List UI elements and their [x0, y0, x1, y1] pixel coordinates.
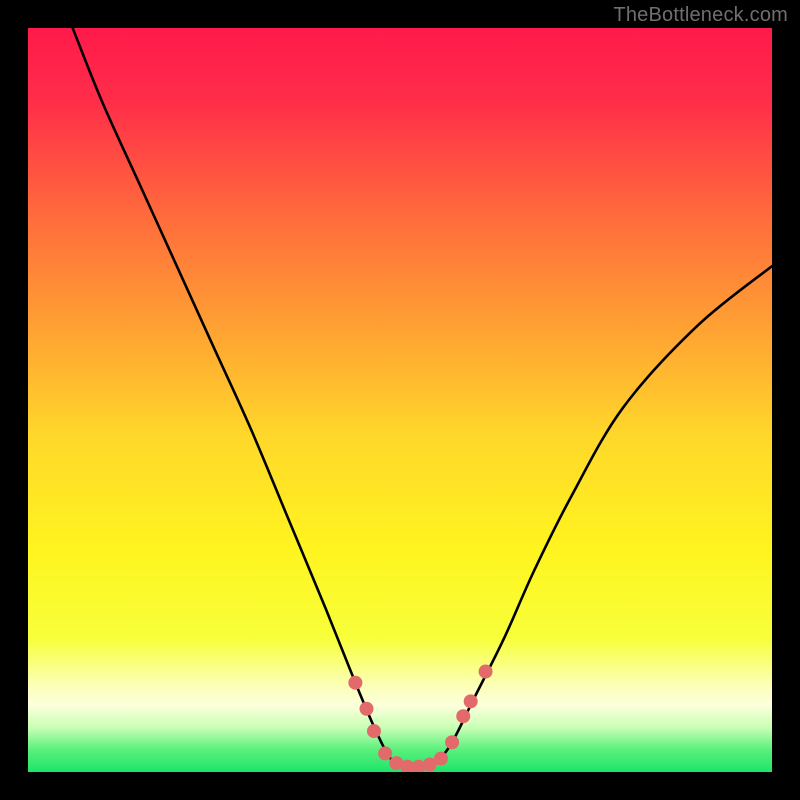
bottleneck-chart [28, 28, 772, 772]
chart-frame: TheBottleneck.com [0, 0, 800, 800]
plot-area [28, 28, 772, 772]
curve-marker [445, 735, 459, 749]
curve-marker [367, 724, 381, 738]
curve-marker [434, 752, 448, 766]
gradient-background [28, 28, 772, 772]
curve-marker [360, 702, 374, 716]
curve-marker [348, 676, 362, 690]
curve-marker [456, 709, 470, 723]
curve-marker [378, 746, 392, 760]
curve-marker [464, 694, 478, 708]
curve-marker [479, 665, 493, 679]
watermark-text: TheBottleneck.com [613, 4, 788, 27]
